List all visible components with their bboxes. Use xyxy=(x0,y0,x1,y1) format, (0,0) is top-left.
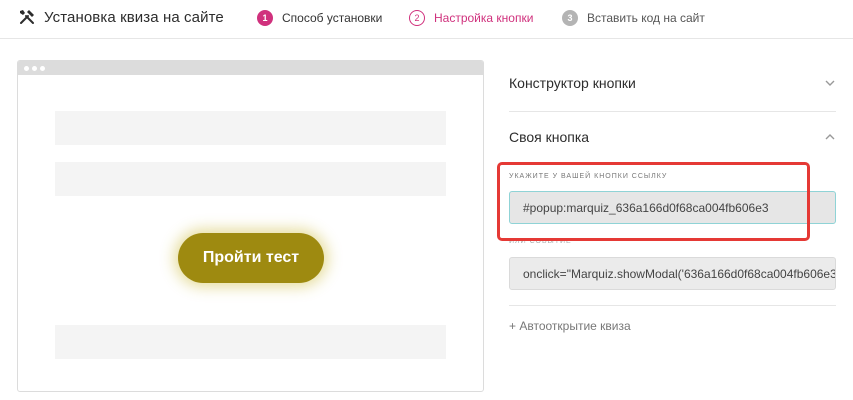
step-label-1: Способ установки xyxy=(282,11,383,25)
step-button-settings[interactable]: 2 Настройка кнопки xyxy=(409,10,533,26)
quiz-cta-button[interactable]: Пройти тест xyxy=(178,233,324,283)
step-insert-code[interactable]: 3 Вставить код на сайт xyxy=(562,10,705,26)
autoopen-quiz-link[interactable]: + Автооткрытие квиза xyxy=(509,319,631,333)
chevron-up-icon xyxy=(825,134,835,140)
content-placeholder xyxy=(55,111,446,145)
browser-toolbar xyxy=(18,61,483,75)
tools-icon xyxy=(20,10,34,24)
highlight-annotation-box xyxy=(497,162,810,241)
divider xyxy=(509,111,836,112)
header-title-wrap: Установка квиза на сайте xyxy=(18,8,224,26)
step-number-2: 2 xyxy=(409,10,425,26)
content-placeholder xyxy=(55,325,446,359)
step-install-method[interactable]: 1 Способ установки xyxy=(257,10,382,26)
step-label-2: Настройка кнопки xyxy=(434,11,534,25)
window-dot-icon xyxy=(24,65,29,71)
accordion-label-own-button: Своя кнопка xyxy=(509,129,590,145)
browser-mockup: Пройти тест xyxy=(17,60,484,392)
content-placeholder xyxy=(55,162,446,196)
step-number-1: 1 xyxy=(257,10,273,26)
chevron-down-icon xyxy=(825,80,835,86)
window-dot-icon xyxy=(32,65,37,71)
header: Установка квиза на сайте 1 Способ устано… xyxy=(0,0,853,36)
divider xyxy=(509,305,836,306)
accordion-label-constructor: Конструктор кнопки xyxy=(509,75,636,91)
step-label-3: Вставить код на сайт xyxy=(587,11,705,25)
accordion-button-constructor[interactable]: Конструктор кнопки xyxy=(509,75,836,91)
onclick-code-input[interactable]: onclick="Marquiz.showModal('636a166d0f68… xyxy=(509,257,836,290)
accordion-own-button[interactable]: Своя кнопка xyxy=(509,129,836,145)
step-number-3: 3 xyxy=(562,10,578,26)
window-dot-icon xyxy=(40,65,45,71)
page-title: Установка квиза на сайте xyxy=(44,8,224,26)
